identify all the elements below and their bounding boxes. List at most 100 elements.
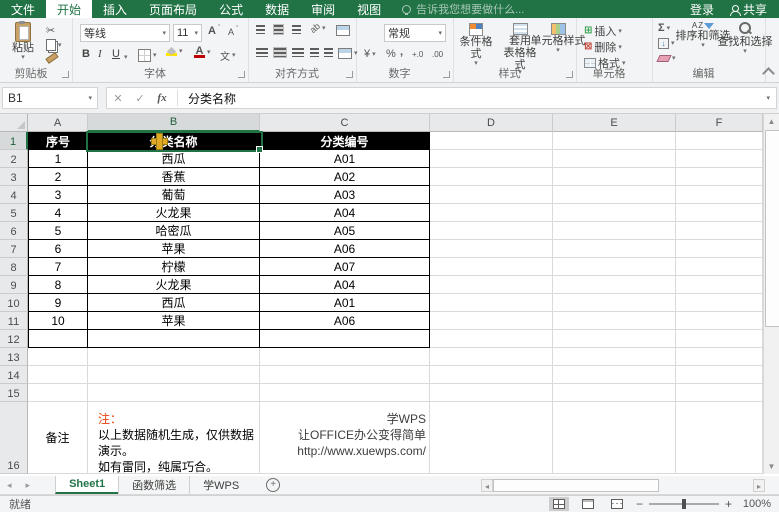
font-dialog-launcher[interactable] bbox=[238, 71, 245, 78]
menu-tab-公式[interactable]: 公式 bbox=[208, 0, 254, 18]
cell-C12[interactable] bbox=[260, 330, 430, 348]
row-header-8[interactable]: 8 bbox=[0, 258, 28, 276]
cell-A5[interactable]: 4 bbox=[28, 204, 88, 222]
cell-C5[interactable]: A04 bbox=[260, 204, 430, 222]
cell-D8[interactable] bbox=[430, 258, 553, 276]
cell-A7[interactable]: 6 bbox=[28, 240, 88, 258]
normal-view-button[interactable] bbox=[549, 497, 569, 511]
cell-A1[interactable]: 序号 bbox=[28, 132, 88, 150]
cell-C10[interactable]: A01 bbox=[260, 294, 430, 312]
cell-E8[interactable] bbox=[553, 258, 676, 276]
expand-formula-bar-button[interactable]: ▾ bbox=[766, 95, 776, 102]
insert-function-button[interactable]: fx bbox=[151, 92, 173, 104]
cell-F5[interactable] bbox=[676, 204, 763, 222]
font-color-button[interactable]: A▾ bbox=[194, 46, 211, 58]
delete-cells-button[interactable]: ⊠删除▾ bbox=[584, 39, 622, 55]
cell-E1[interactable] bbox=[553, 132, 676, 150]
column-header-B[interactable]: B bbox=[88, 114, 260, 132]
grow-font-button[interactable]: Aˆ bbox=[208, 25, 220, 37]
cell-B9[interactable]: 火龙果 bbox=[88, 276, 260, 294]
bold-button[interactable]: B bbox=[82, 48, 90, 60]
menu-tab-视图[interactable]: 视图 bbox=[346, 0, 392, 18]
align-left-button[interactable] bbox=[256, 48, 268, 57]
scroll-down-arrow[interactable]: ▼ bbox=[764, 462, 779, 471]
cell-D13[interactable] bbox=[430, 348, 553, 366]
row-header-10[interactable]: 10 bbox=[0, 294, 28, 312]
cell-E16[interactable] bbox=[553, 402, 676, 474]
row-header-1[interactable]: 1 bbox=[0, 132, 28, 150]
cell-D9[interactable] bbox=[430, 276, 553, 294]
login-button[interactable]: 登录 bbox=[690, 1, 714, 18]
increase-indent-button[interactable] bbox=[324, 48, 333, 57]
cell-E11[interactable] bbox=[553, 312, 676, 330]
cell-F9[interactable] bbox=[676, 276, 763, 294]
cell-F16[interactable] bbox=[676, 402, 763, 474]
cell-B8[interactable]: 柠檬 bbox=[88, 258, 260, 276]
menu-tab-审阅[interactable]: 审阅 bbox=[300, 0, 346, 18]
cell-F8[interactable] bbox=[676, 258, 763, 276]
cell-B7[interactable]: 苹果 bbox=[88, 240, 260, 258]
cell-E3[interactable] bbox=[553, 168, 676, 186]
menu-tab-数据[interactable]: 数据 bbox=[254, 0, 300, 18]
cell-B14[interactable] bbox=[88, 366, 260, 384]
cell-A16[interactable]: 备注 bbox=[28, 402, 88, 474]
menu-tab-文件[interactable]: 文件 bbox=[0, 0, 46, 18]
cell-B16[interactable]: 注：以上数据随机生成，仅供数据演示。如有雷同，纯属巧合。 bbox=[88, 402, 260, 474]
copy-button[interactable]: ▾ bbox=[46, 39, 62, 51]
top-align-button[interactable] bbox=[256, 25, 265, 34]
cell-B3[interactable]: 香蕉 bbox=[88, 168, 260, 186]
new-sheet-button[interactable]: + bbox=[266, 476, 280, 494]
cell-D4[interactable] bbox=[430, 186, 553, 204]
row-header-3[interactable]: 3 bbox=[0, 168, 28, 186]
row-header-5[interactable]: 5 bbox=[0, 204, 28, 222]
paste-button[interactable]: 粘贴 ▾ bbox=[8, 22, 38, 61]
phonetic-guide-button[interactable]: 文▾ bbox=[220, 48, 236, 63]
cell-A8[interactable]: 7 bbox=[28, 258, 88, 276]
cell-B15[interactable] bbox=[88, 384, 260, 402]
cell-C9[interactable]: A04 bbox=[260, 276, 430, 294]
enter-button[interactable]: ✓ bbox=[129, 92, 151, 105]
cell-C6[interactable]: A05 bbox=[260, 222, 430, 240]
cell-A13[interactable] bbox=[28, 348, 88, 366]
column-header-D[interactable]: D bbox=[430, 114, 553, 132]
cell-F6[interactable] bbox=[676, 222, 763, 240]
cell-D10[interactable] bbox=[430, 294, 553, 312]
row-header-11[interactable]: 11 bbox=[0, 312, 28, 330]
font-name-combo[interactable]: 等线▾ bbox=[80, 24, 170, 42]
clear-button[interactable]: ▾ bbox=[658, 55, 676, 62]
cell-styles-button[interactable]: 单元格样式▾ bbox=[541, 23, 575, 54]
sheet-tab-Sheet1[interactable]: Sheet1 bbox=[55, 476, 118, 494]
zoom-level[interactable]: 100% bbox=[741, 498, 771, 510]
cell-B5[interactable]: 火龙果 bbox=[88, 204, 260, 222]
increase-decimal-button[interactable]: +.0 bbox=[412, 50, 423, 59]
wrap-text-button[interactable] bbox=[336, 25, 350, 36]
accounting-format-button[interactable]: ¥▾ bbox=[364, 48, 376, 60]
borders-button[interactable]: ▾ bbox=[138, 49, 157, 62]
cell-C15[interactable] bbox=[260, 384, 430, 402]
decrease-decimal-button[interactable]: .00 bbox=[432, 50, 443, 59]
scroll-left-arrow[interactable]: ◂ bbox=[481, 479, 493, 492]
cell-F14[interactable] bbox=[676, 366, 763, 384]
row-header-13[interactable]: 13 bbox=[0, 348, 28, 366]
cell-E13[interactable] bbox=[553, 348, 676, 366]
underline-dropdown[interactable]: ▾ bbox=[124, 54, 128, 61]
cell-F15[interactable] bbox=[676, 384, 763, 402]
cell-F11[interactable] bbox=[676, 312, 763, 330]
page-layout-view-button[interactable] bbox=[578, 497, 598, 511]
vertical-scrollbar[interactable]: ▲ ▼ bbox=[763, 114, 779, 474]
row-header-4[interactable]: 4 bbox=[0, 186, 28, 204]
cell-D2[interactable] bbox=[430, 150, 553, 168]
align-right-button[interactable] bbox=[292, 48, 304, 57]
sheet-nav-right-arrow[interactable]: ▸ bbox=[19, 476, 38, 494]
horizontal-scroll-thumb[interactable] bbox=[493, 479, 659, 492]
menu-tab-开始[interactable]: 开始 bbox=[46, 0, 92, 18]
cell-A3[interactable]: 2 bbox=[28, 168, 88, 186]
row-header-9[interactable]: 9 bbox=[0, 276, 28, 294]
cell-A9[interactable]: 8 bbox=[28, 276, 88, 294]
cell-C8[interactable]: A07 bbox=[260, 258, 430, 276]
cell-A12[interactable] bbox=[28, 330, 88, 348]
merge-center-button[interactable]: ▾ bbox=[338, 48, 358, 59]
cell-D14[interactable] bbox=[430, 366, 553, 384]
formula-input[interactable]: 分类名称 bbox=[182, 90, 236, 107]
format-painter-button[interactable] bbox=[46, 55, 58, 61]
